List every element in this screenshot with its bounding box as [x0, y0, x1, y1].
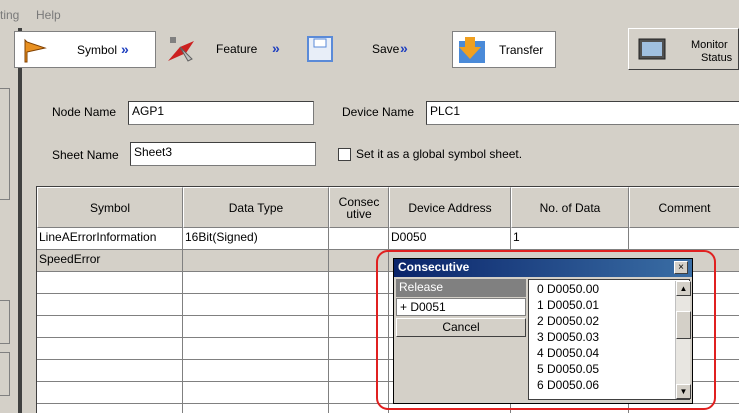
arrow-icon: »: [400, 40, 408, 56]
device-name-field[interactable]: PLC1: [426, 101, 739, 125]
flag-icon: [24, 38, 47, 63]
arrow-icon: »: [121, 41, 129, 57]
pliers-icon: [168, 37, 194, 62]
save-label: Save: [372, 42, 400, 56]
col-divider: [328, 272, 329, 413]
cell-symbol[interactable]: LineAErrorInformation: [37, 228, 183, 250]
sheet-name-field[interactable]: Sheet3: [130, 142, 316, 166]
header-symbol[interactable]: Symbol: [37, 187, 183, 228]
status-label: Status: [701, 52, 733, 64]
symbol-label: Symbol: [77, 43, 118, 57]
header-consecutive-line1: Consec: [338, 194, 380, 209]
global-sheet-checkbox[interactable]: [338, 148, 351, 161]
header-consecutive-line2: utive: [346, 206, 372, 221]
left-panel-edge-3: [0, 352, 10, 396]
left-splitter: [18, 28, 22, 413]
header-comment[interactable]: Comment: [629, 187, 739, 228]
node-name-label: Node Name: [52, 105, 117, 119]
header-data-type[interactable]: Data Type: [183, 187, 329, 228]
header-no-of-data[interactable]: No. of Data: [511, 187, 629, 228]
cell-comment[interactable]: [629, 228, 739, 250]
cell-consecutive[interactable]: [329, 228, 389, 250]
menu-bar: ting Help: [0, 0, 739, 22]
monitor-status-button[interactable]: Monitor Status: [628, 28, 739, 70]
left-panel-edge-2: [0, 300, 10, 344]
transfer-button[interactable]: Transfer: [452, 31, 556, 68]
cell-data-type[interactable]: 16Bit(Signed): [183, 228, 329, 250]
highlight-annotation: [376, 250, 716, 410]
feature-button[interactable]: Feature »: [156, 31, 298, 68]
monitor-icon: [638, 38, 666, 60]
monitor-label: Monitor: [691, 39, 728, 51]
menu-item-help[interactable]: Help: [36, 8, 61, 22]
col-divider: [182, 272, 183, 413]
symbol-button[interactable]: Symbol »: [14, 31, 156, 68]
transfer-icon: [459, 37, 485, 63]
cell-data-type[interactable]: [183, 250, 329, 272]
feature-label: Feature: [216, 42, 258, 56]
node-name-field[interactable]: AGP1: [128, 101, 314, 125]
global-sheet-label: Set it as a global symbol sheet.: [356, 147, 523, 161]
arrow-icon: »: [272, 40, 280, 56]
sheet-name-label: Sheet Name: [52, 148, 119, 162]
transfer-label: Transfer: [499, 43, 544, 57]
menu-item-setting[interactable]: ting: [0, 8, 19, 22]
cell-symbol[interactable]: SpeedError: [37, 250, 183, 272]
save-icon: [307, 36, 333, 62]
header-consecutive[interactable]: Consec utive: [329, 187, 389, 228]
cell-no-of-data[interactable]: 1: [511, 228, 629, 250]
left-panel-edge: [0, 88, 10, 200]
device-name-label: Device Name: [342, 105, 415, 119]
header-device-address[interactable]: Device Address: [389, 187, 511, 228]
save-button[interactable]: Save »: [298, 31, 432, 68]
cell-device-address[interactable]: D0050: [389, 228, 511, 250]
